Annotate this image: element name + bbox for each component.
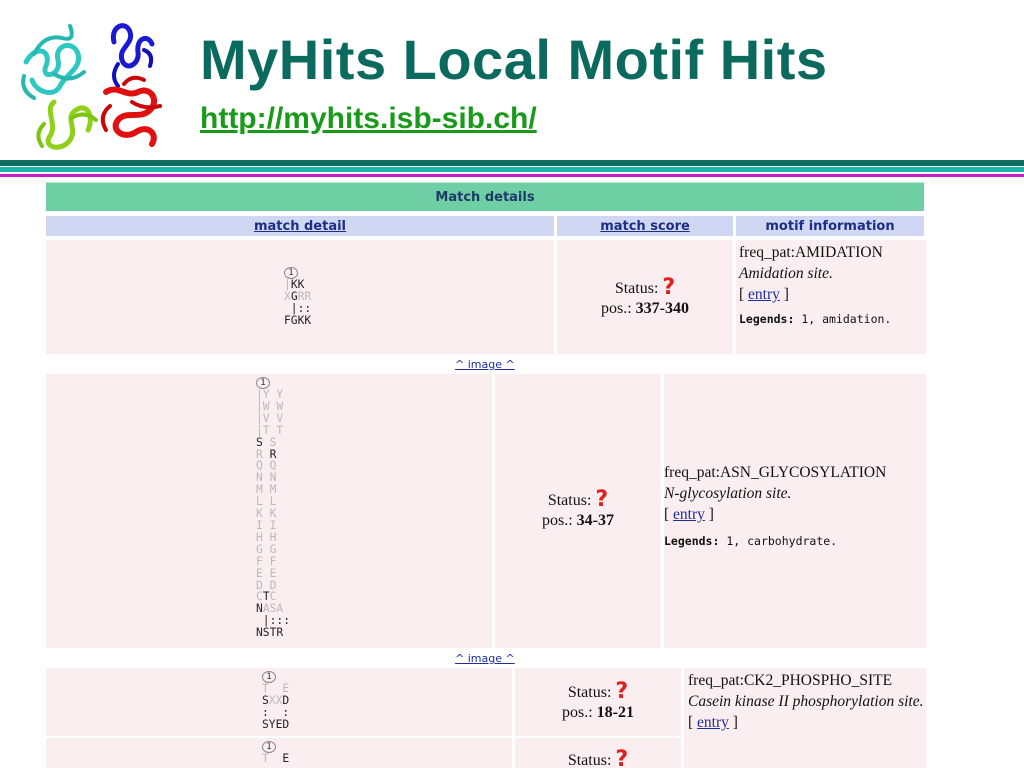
row4-match-score-cell: Status:? [515, 738, 681, 768]
header-rule-light [0, 167, 1024, 172]
row1-motif-cell: freq_pat:AMIDATION Amidation site. [ ent… [736, 240, 926, 354]
row3-motif-cell: freq_pat:CK2_PHOSPHO_SITE Casein kinase … [684, 668, 926, 768]
status-unknown-icon[interactable]: ? [595, 487, 608, 512]
row2-motif-description: N-glycosylation site. [664, 485, 792, 502]
row2-motif-info: freq_pat:ASN_GLYCOSYLATION N-glycosylati… [664, 462, 926, 550]
row2-match-score-cell: Status:? pos.: 34-37 [495, 374, 661, 648]
row1-alignment: 1 |KK XGRR |:: FGKK [284, 267, 312, 327]
row2-entry-link[interactable]: entry [673, 506, 705, 523]
row3-motif-name: freq_pat:CK2_PHOSPHO_SITE [688, 672, 893, 689]
row4-match-detail-cell: 1 T E [46, 738, 512, 768]
row4-status: Status:? [513, 747, 683, 768]
status-unknown-icon[interactable]: ? [615, 747, 628, 768]
row3-match-detail-cell: 1 T E SXXD : : SYED [46, 668, 512, 736]
row2-motif-name: freq_pat:ASN_GLYCOSYLATION [664, 464, 887, 481]
row3-motif-info: freq_pat:CK2_PHOSPHO_SITE Casein kinase … [688, 670, 926, 733]
header-rule-dark [0, 160, 1024, 166]
row1-legends: 1, amidation. [801, 312, 892, 326]
row1-motif-description: Amidation site. [739, 265, 833, 282]
protein-structure-logo [21, 23, 162, 150]
table-caption: Match details [46, 182, 924, 211]
row3-motif-description: Casein kinase II phosphorylation site. [688, 693, 924, 710]
row2-status: Status:? pos.: 34-37 [542, 487, 614, 530]
status-unknown-icon[interactable]: ? [615, 679, 628, 704]
row3-status: Status:? pos.: 18-21 [562, 679, 634, 722]
myhits-url-link[interactable]: http://myhits.isb-sib.ch/ [200, 102, 537, 136]
row3-match-score-cell: Status:? pos.: 18-21 [515, 668, 681, 736]
row3-entry-link[interactable]: entry [697, 714, 729, 731]
header-match-score[interactable]: match score [557, 216, 733, 236]
status-unknown-icon[interactable]: ? [662, 275, 675, 300]
slide-title: MyHits Local Motif Hits [200, 28, 828, 91]
row1-match-score-cell: Status:? pos.: 337-340 [557, 240, 733, 354]
row2-motif-cell: freq_pat:ASN_GLYCOSYLATION N-glycosylati… [664, 374, 926, 648]
header-match-detail[interactable]: match detail [46, 216, 554, 236]
match-details-screenshot: Match details match detail match score m… [46, 180, 926, 768]
row1-motif-name: freq_pat:AMIDATION [739, 244, 883, 261]
row3-alignment: 1 T E SXXD : : SYED [262, 671, 290, 731]
row4-alignment: 1 T E [262, 741, 290, 765]
row2-image-link[interactable]: ^ image ^ [455, 652, 515, 665]
row2-alignment: 1 |Y Y |W W |V V |T T S S R R Q Q N N M … [256, 377, 291, 640]
header-motif-information: motif information [736, 216, 924, 236]
row1-motif-info: freq_pat:AMIDATION Amidation site. [ ent… [739, 242, 925, 328]
row1-status: Status:? pos.: 337-340 [601, 275, 689, 318]
row1-entry-link[interactable]: entry [748, 286, 780, 303]
row1-image-link[interactable]: ^ image ^ [455, 358, 515, 371]
row1-match-detail-cell: 1 |KK XGRR |:: FGKK [46, 240, 554, 354]
row2-match-detail-cell: 1 |Y Y |W W |V V |T T S S R R Q Q N N M … [46, 374, 492, 648]
row2-legends: 1, carbohydrate. [726, 534, 838, 548]
header-rule-magenta [0, 174, 1024, 177]
